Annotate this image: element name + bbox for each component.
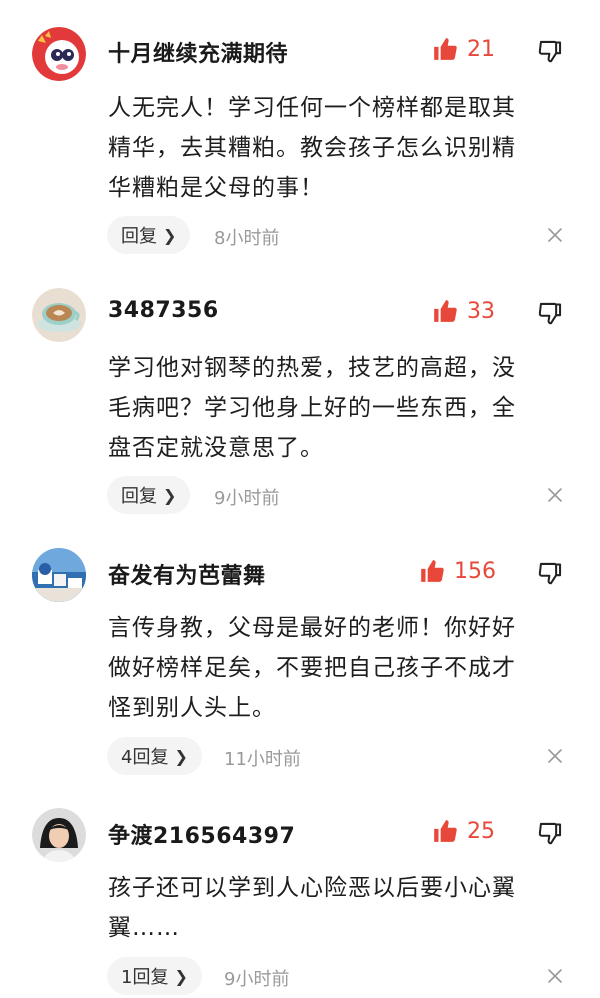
- reply-button[interactable]: 回复 ❯: [107, 476, 191, 514]
- close-icon[interactable]: [545, 966, 565, 986]
- like-button[interactable]: 33: [432, 298, 495, 324]
- reply-button[interactable]: 4回复 ❯: [107, 737, 202, 775]
- thumbs-up-icon: [432, 818, 458, 844]
- like-count: 156: [454, 558, 496, 584]
- comment-text-line: 翼……: [108, 915, 180, 941]
- comment-text-line: 盘否定就没意思了。: [108, 435, 324, 461]
- thumbs-down-icon[interactable]: [537, 38, 564, 65]
- comment-text-line: 精华，去其糟粕。教会孩子怎么识别精: [108, 135, 516, 161]
- reply-label: 回复: [121, 226, 157, 247]
- comment-text: 人无完人！学习任何一个榜样都是取其 精华，去其糟粕。教会孩子怎么识别精 华糟粕是…: [108, 88, 568, 208]
- thumbs-down-icon[interactable]: [537, 560, 564, 587]
- comment-text: 学习他对钢琴的热爱，技艺的高超，没 毛病吧？学习他身上好的一些东西，全 盘否定就…: [108, 348, 568, 468]
- comment-text-line: 人无完人！学习任何一个榜样都是取其: [108, 95, 516, 121]
- username[interactable]: 争渡216564397: [108, 818, 295, 850]
- username[interactable]: 3487356: [108, 298, 219, 323]
- thumbs-down-icon[interactable]: [537, 300, 564, 327]
- reply-label: 4回复: [121, 747, 169, 768]
- thumbs-up-icon: [432, 298, 458, 324]
- thumbs-up-icon: [419, 558, 445, 584]
- close-icon[interactable]: [545, 746, 565, 766]
- avatar[interactable]: [32, 288, 86, 342]
- comment-text-line: 孩子还可以学到人心险恶以后要小心翼: [108, 875, 516, 901]
- timestamp: 9小时前: [224, 969, 290, 990]
- like-button[interactable]: 21: [432, 36, 495, 62]
- comment-text-line: 怪到别人头上。: [108, 695, 276, 721]
- timestamp: 9小时前: [214, 488, 280, 509]
- comment-text: 言传身教，父母是最好的老师！你好好 做好榜样足矣，不要把自己孩子不成才 怪到别人…: [108, 608, 568, 728]
- comment-text-line: 华糟粕是父母的事！: [108, 175, 324, 201]
- comment-text-line: 言传身教，父母是最好的老师！你好好: [108, 615, 516, 641]
- woman-portrait-avatar: [32, 808, 86, 862]
- thumbs-up-icon: [432, 36, 458, 62]
- username[interactable]: 十月继续充满期待: [108, 36, 288, 68]
- timestamp: 11小时前: [224, 749, 301, 770]
- thumbs-down-icon[interactable]: [537, 820, 564, 847]
- chevron-right-icon: ❯: [174, 746, 188, 766]
- comment-item: 3487356 33 学习他对钢琴的热爱，技艺的高超，没 毛病吧？学习他身上好的…: [0, 260, 600, 520]
- comment-item: 十月继续充满期待 21 人无完人！学习任何一个榜样都是取其 精华，去其糟粕。教会…: [0, 0, 600, 260]
- reply-button[interactable]: 1回复 ❯: [107, 957, 202, 995]
- cartoon-character-avatar: [32, 27, 86, 81]
- avatar[interactable]: [32, 27, 86, 81]
- chevron-right-icon: ❯: [163, 225, 177, 245]
- avatar[interactable]: [32, 548, 86, 602]
- like-count: 25: [467, 818, 495, 844]
- like-count: 33: [467, 298, 495, 324]
- seaside-town-avatar: [32, 548, 86, 602]
- reply-button[interactable]: 回复 ❯: [107, 216, 191, 254]
- close-icon[interactable]: [545, 485, 565, 505]
- chevron-right-icon: ❯: [174, 966, 188, 986]
- timestamp: 8小时前: [214, 228, 280, 249]
- like-count: 21: [467, 36, 495, 62]
- comment-text: 孩子还可以学到人心险恶以后要小心翼 翼……: [108, 868, 568, 948]
- like-button[interactable]: 156: [419, 558, 496, 584]
- like-button[interactable]: 25: [432, 818, 495, 844]
- reply-label: 1回复: [121, 967, 169, 988]
- username[interactable]: 奋发有为芭蕾舞: [108, 558, 266, 590]
- chevron-right-icon: ❯: [163, 485, 177, 505]
- reply-label: 回复: [121, 486, 157, 507]
- comment-item: 争渡216564397 25 孩子还可以学到人心险恶以后要小心翼 翼…… 1回复…: [0, 780, 600, 998]
- comment-text-line: 做好榜样足矣，不要把自己孩子不成才: [108, 655, 516, 681]
- avatar[interactable]: [32, 808, 86, 862]
- comment-item: 奋发有为芭蕾舞 156 言传身教，父母是最好的老师！你好好 做好榜样足矣，不要把…: [0, 520, 600, 780]
- comment-text-line: 学习他对钢琴的热爱，技艺的高超，没: [108, 355, 516, 381]
- close-icon[interactable]: [545, 225, 565, 245]
- comment-text-line: 毛病吧？学习他身上好的一些东西，全: [108, 395, 516, 421]
- coffee-cup-avatar: [32, 288, 86, 342]
